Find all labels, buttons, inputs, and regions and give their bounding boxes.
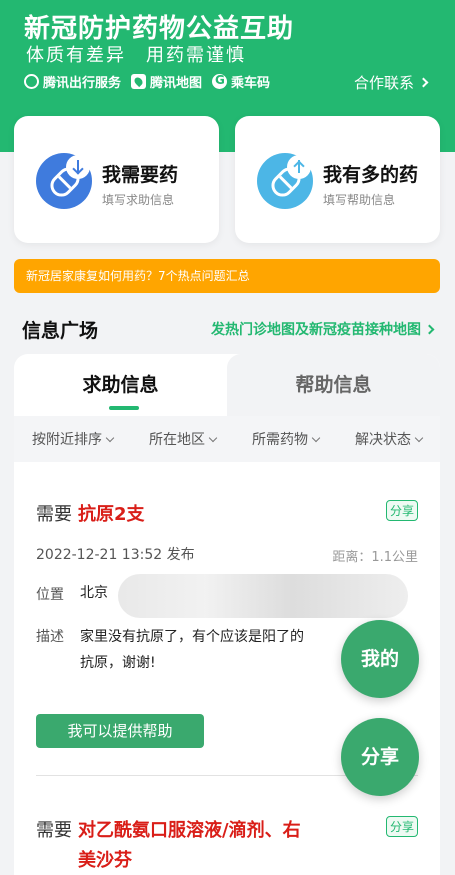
description-line: 家里没有抗原了，有个应该是阳了的 [80,629,304,645]
info-tabs: 求助信息 帮助信息 [14,354,440,416]
post-time: 2022-12-21 13:52 发布 [36,547,195,563]
need-label: 需要 [36,504,72,525]
chevron-down-icon [105,433,115,442]
need-label: 需要 [36,820,72,841]
filter-label: 所在地区 [149,432,205,448]
share-fab-button[interactable]: 分享 [341,718,419,796]
needed-item: 美沙芬 [78,850,132,871]
location-value: 北京 [80,585,108,601]
needed-item: 对乙酰氨口服溶液/滴剂、右 [78,820,301,841]
need-medicine-title: 我需要药 [102,164,179,186]
pill-upload-icon [257,153,313,209]
section-title: 信息广场 [22,320,99,342]
share-button[interactable]: 分享 [385,816,418,837]
partner-ride-code: 乘车码 [212,72,270,91]
need-medicine-subtitle: 填写求助信息 [102,193,175,207]
list-item[interactable]: 需要 对乙酰氨口服溶液/滴剂、右 美沙芬 分享 [36,816,418,875]
filter-sort-nearby[interactable]: 按附近排序 [32,429,115,449]
partner-logos: 腾讯出行服务 腾讯地图 乘车码 [24,72,270,91]
fever-clinic-map-link[interactable]: 发热门诊地图及新冠疫苗接种地图 [211,319,435,339]
pill-download-icon [36,153,92,209]
info-panel: 求助信息 帮助信息 按附近排序 所在地区 所需药物 解决状态 需要 抗原2支 分… [14,354,440,875]
redacted-address [118,574,408,618]
tab-help-offer[interactable]: 帮助信息 [227,354,440,416]
tencent-map-icon [131,74,147,89]
chevron-down-icon [208,433,218,442]
page-title: 新冠防护药物公益互助 [24,14,295,44]
chevron-right-icon [424,324,435,334]
description-key: 描述 [36,629,64,645]
filter-label: 按附近排序 [32,432,102,448]
filter-label: 所需药物 [252,432,308,448]
have-medicine-title: 我有多的药 [323,164,419,186]
partner-tencent-mobility: 腾讯出行服务 [24,72,121,91]
chevron-down-icon [311,433,321,442]
share-button[interactable]: 分享 [385,500,418,521]
description-row: 描述 家里没有抗原了，有个应该是阳了的 抗原，谢谢! [36,624,304,676]
ride-code-icon [212,73,228,89]
have-medicine-card[interactable]: 我有多的药 填写帮助信息 [235,116,440,243]
covid-medication-banner[interactable]: 新冠居家康复如何用药？7个热点问题汇总 [14,259,440,293]
page-subtitle: 体质有差异 用药需谨慎 [26,45,246,66]
tencent-mobility-icon [24,74,39,89]
description-line: 抗原，谢谢! [80,655,156,671]
location-key: 位置 [36,587,64,603]
post-distance: 距离：1.1公里 [332,550,418,565]
filter-status[interactable]: 解决状态 [355,429,424,449]
post-heading: 需要 抗原2支 [36,500,418,526]
location-row: 位置 北京 [36,584,108,604]
offer-help-button[interactable]: 我可以提供帮助 [36,714,204,748]
my-button[interactable]: 我的 [341,620,419,698]
filter-medicine[interactable]: 所需药物 [252,429,321,449]
chevron-down-icon [414,433,424,442]
filter-bar: 按附近排序 所在地区 所需药物 解决状态 [14,416,440,462]
needed-item: 抗原2支 [78,504,145,525]
partner-label: 乘车码 [231,76,271,91]
filter-label: 解决状态 [355,432,411,448]
map-link-label: 发热门诊地图及新冠疫苗接种地图 [211,322,421,338]
have-medicine-subtitle: 填写帮助信息 [323,193,396,207]
partner-label: 腾讯地图 [150,76,203,91]
active-tab-indicator [109,406,139,410]
post-heading: 需要 对乙酰氨口服溶液/滴剂、右 美沙芬 [36,816,418,872]
contact-label: 合作联系 [353,74,414,92]
filter-region[interactable]: 所在地区 [149,429,218,449]
partner-label: 腾讯出行服务 [43,76,122,91]
partner-tencent-map: 腾讯地图 [131,72,202,91]
contact-link[interactable]: 合作联系 [353,72,429,93]
need-medicine-card[interactable]: 我需要药 填写求助信息 [14,116,219,243]
chevron-right-icon [418,77,429,88]
